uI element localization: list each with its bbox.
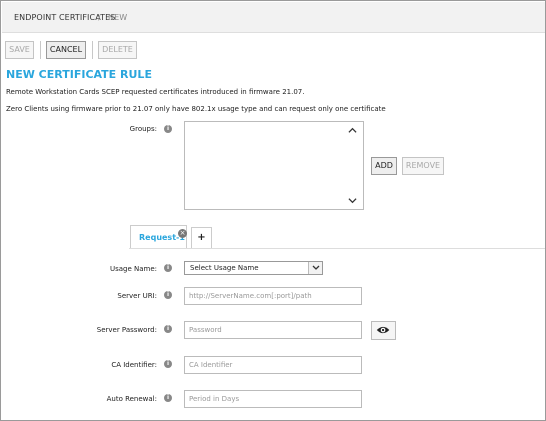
chevron-up-icon[interactable] [348, 126, 357, 135]
toolbar-divider [92, 41, 93, 59]
tab-strip [129, 248, 545, 249]
server-password-input[interactable] [184, 321, 362, 339]
server-uri-input[interactable] [184, 287, 362, 305]
usage-name-select[interactable]: Select Usage Name [184, 261, 323, 275]
info-circle-icon[interactable]: i [164, 360, 172, 368]
window-frame: ENDPOINT CERTIFICATES / NEW SAVE CANCEL … [0, 0, 546, 421]
info-text: Zero Clients using firmware prior to 21.… [6, 105, 386, 113]
groups-label: Groups: [129, 125, 157, 133]
server-password-label: Server Password: [96, 326, 157, 334]
save-button[interactable]: SAVE [5, 41, 34, 59]
show-password-button[interactable] [371, 321, 396, 340]
info-text: Remote Workstation Cards SCEP requested … [6, 88, 305, 96]
info-circle-icon[interactable]: i [164, 264, 172, 272]
ca-identifier-input[interactable] [184, 356, 362, 374]
ca-identifier-label: CA Identifier: [111, 361, 157, 369]
breadcrumb: ENDPOINT CERTIFICATES / NEW [2, 2, 545, 33]
delete-button[interactable]: DELETE [98, 41, 137, 59]
groups-listbox[interactable] [184, 121, 364, 210]
tab-request-1[interactable]: Request-1 × [130, 225, 187, 248]
add-tab-button[interactable]: + [191, 227, 212, 248]
server-uri-label: Server URI: [117, 292, 157, 300]
info-circle-icon[interactable]: i [164, 291, 172, 299]
breadcrumb-current: NEW [108, 13, 128, 22]
eye-icon [376, 326, 390, 334]
chevron-down-icon[interactable] [308, 262, 322, 274]
toolbar-divider [40, 41, 41, 59]
add-group-button[interactable]: ADD [371, 157, 397, 175]
breadcrumb-separator: / [98, 13, 101, 22]
remove-group-button[interactable]: REMOVE [402, 157, 444, 175]
usage-name-label: Usage Name: [109, 265, 157, 273]
page-title: NEW CERTIFICATE RULE [6, 68, 152, 81]
cancel-button[interactable]: CANCEL [46, 41, 86, 59]
chevron-down-icon[interactable] [348, 196, 357, 205]
usage-name-value: Select Usage Name [190, 264, 259, 272]
auto-renewal-input[interactable] [184, 390, 362, 408]
auto-renewal-label: Auto Renewal: [106, 395, 157, 403]
info-circle-icon[interactable]: i [164, 125, 172, 133]
close-icon[interactable]: × [178, 229, 187, 238]
info-circle-icon[interactable]: i [164, 325, 172, 333]
info-circle-icon[interactable]: i [164, 394, 172, 402]
